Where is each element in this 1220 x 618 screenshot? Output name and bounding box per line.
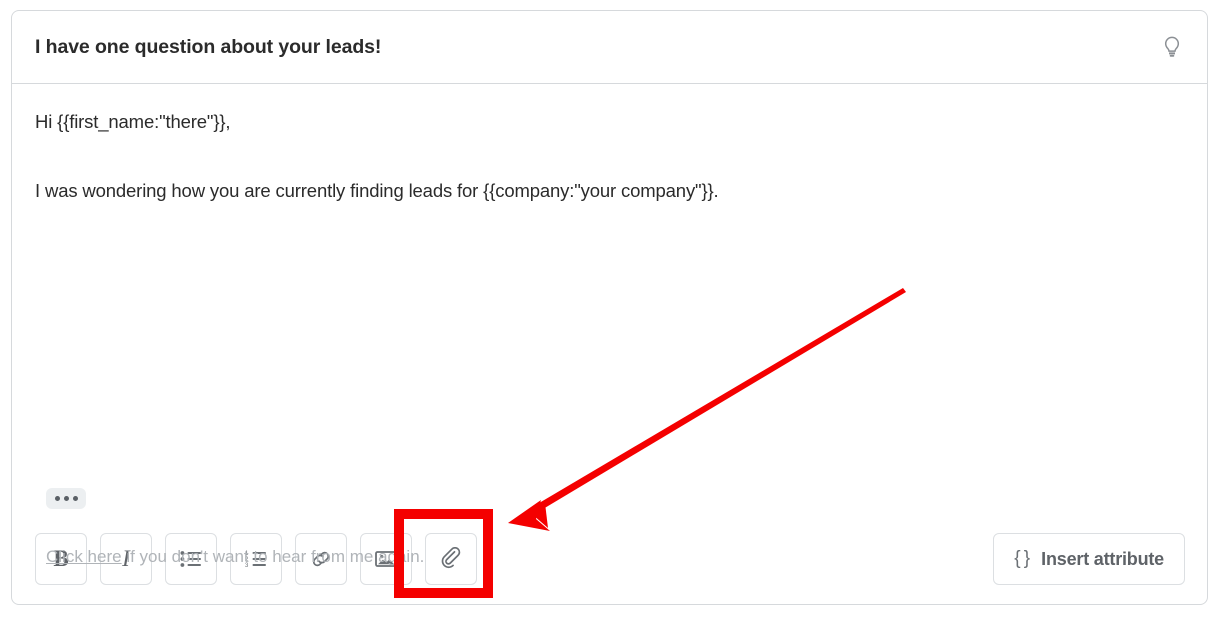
body-line-question: I was wondering how you are currently fi… (35, 179, 719, 201)
lightbulb-icon[interactable] (1159, 34, 1185, 60)
curly-brace-icon: { } (1014, 548, 1030, 569)
body-blank-line (35, 135, 1184, 179)
unsubscribe-link[interactable]: Click here (46, 547, 122, 566)
insert-attribute-button[interactable]: { } Insert attribute (993, 533, 1185, 585)
email-editor-card: I have one question about your leads! Hi… (11, 10, 1208, 605)
signature-ellipsis-badge[interactable] (46, 488, 86, 509)
ellipsis-dot (63, 496, 69, 501)
insert-attribute-label: Insert attribute (1041, 548, 1164, 569)
body-line-greeting: Hi {{first_name:"there"}}, (35, 111, 231, 132)
unsubscribe-line: Click here if you don't want to hear fro… (46, 547, 424, 567)
email-body-area[interactable]: Hi {{first_name:"there"}}, I was wonderi… (12, 84, 1207, 566)
paperclip-icon (441, 547, 461, 569)
subject-row: I have one question about your leads! (12, 11, 1207, 84)
ellipsis-dot (54, 496, 60, 501)
unsubscribe-text: if you don't want to hear from me again. (121, 547, 425, 566)
attachment-button[interactable] (425, 533, 477, 585)
email-subject-text[interactable]: I have one question about your leads! (35, 36, 1159, 59)
ellipsis-dot (72, 496, 78, 501)
